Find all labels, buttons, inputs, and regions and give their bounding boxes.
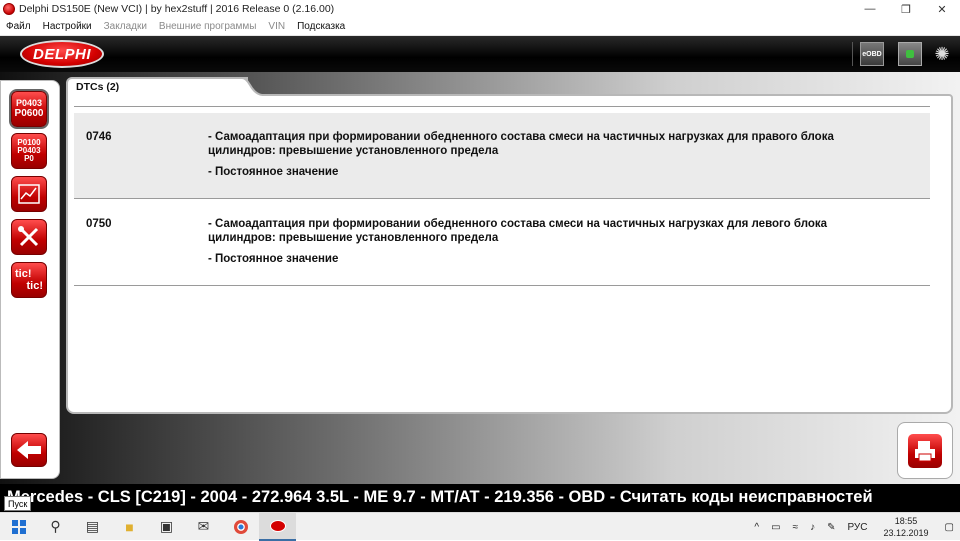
logo-text: DELPHI [32, 45, 91, 63]
menu-external-programs[interactable]: Внешние программы [153, 21, 262, 32]
notifications-icon[interactable]: ▢ [939, 522, 960, 533]
eobd-button[interactable]: eOBD [860, 42, 884, 66]
chevron-up-icon[interactable]: ^ [748, 522, 765, 533]
dtc-list: 0746 - Самоадаптация при формировании об… [74, 106, 930, 286]
clock-time: 18:55 [894, 516, 918, 526]
print-icon [908, 433, 942, 468]
windows-taskbar: ⚲ ▤ ■ ▣ ✉ ^ ▭ ≈ ♪ ✎ РУС 18:55 23.12.2019… [0, 512, 960, 541]
wrench-screwdriver-icon [18, 226, 39, 247]
minimize-button[interactable]: — [852, 0, 888, 18]
dtc-description: - Самоадаптация при формировании обеднен… [208, 218, 828, 244]
delphi-taskbar-icon[interactable] [259, 512, 296, 541]
back-button[interactable] [11, 433, 47, 467]
search-icon[interactable]: ⚲ [37, 513, 74, 541]
chrome-icon[interactable] [222, 513, 259, 541]
live-data-button[interactable] [11, 176, 47, 212]
service-tools-button[interactable] [11, 219, 47, 255]
pen-icon[interactable]: ✎ [821, 522, 841, 533]
read-codes-button[interactable]: P0403 P0600 [11, 91, 47, 127]
delphi-logo: DELPHI [20, 40, 104, 68]
app-header: DELPHI eOBD ✺ [0, 36, 960, 72]
menu-help[interactable]: Подсказка [291, 21, 351, 32]
window-title: Delphi DS150E (New VCI) | by hex2stuff |… [19, 3, 335, 15]
app-icon [3, 3, 15, 15]
tab-dtcs-label: DTCs (2) [76, 81, 120, 93]
dtc-row[interactable]: 0750 - Самоадаптация при формировании об… [74, 200, 930, 286]
window-controls: — ❐ ✕ [852, 0, 960, 18]
vci-connection-button[interactable] [898, 42, 922, 66]
read-codes-line2: P0600 [14, 108, 44, 119]
eobd-label: eOBD [862, 50, 882, 58]
list-top-divider [74, 106, 930, 107]
tic-line1: tic! [15, 268, 32, 280]
left-sidebar: P0403 P0600 P0100 P0403 P0 tic! tic! [0, 80, 60, 479]
clear-codes-button[interactable]: P0100 P0403 P0 [11, 133, 47, 169]
menu-bookmarks[interactable]: Закладки [98, 21, 153, 32]
dtc-description: - Самоадаптация при формировании обеднен… [208, 131, 834, 157]
clock[interactable]: 18:55 23.12.2019 [874, 515, 939, 539]
dtc-row[interactable]: 0746 - Самоадаптация при формировании об… [74, 113, 930, 199]
system-tray: ^ ▭ ≈ ♪ ✎ РУС 18:55 23.12.2019 ▢ [748, 513, 960, 541]
menu-vin[interactable]: VIN [262, 21, 291, 32]
battery-icon[interactable]: ▭ [765, 522, 786, 533]
dtc-status: - Постоянное значение [208, 253, 339, 265]
start-tooltip: Пуск [4, 496, 32, 511]
clear-codes-line3: P0 [24, 154, 34, 163]
close-button[interactable]: ✕ [924, 0, 960, 18]
vehicle-status-text: Mercedes - CLS [C219] - 2004 - 272.964 3… [7, 488, 873, 506]
print-report-button[interactable] [897, 422, 953, 479]
file-explorer-icon[interactable]: ■ [111, 513, 148, 541]
menu-bar: Файл Настройки Закладки Внешние программ… [0, 18, 960, 36]
tab-slant-edge [236, 77, 262, 96]
actuator-test-button[interactable]: tic! tic! [11, 262, 47, 298]
title-bar: Delphi DS150E (New VCI) | by hex2stuff |… [0, 0, 960, 18]
dtc-code: 0750 [86, 218, 112, 230]
dtc-status: - Постоянное значение [208, 166, 339, 178]
start-button[interactable] [0, 513, 37, 541]
language-indicator[interactable]: РУС [841, 522, 873, 533]
vehicle-status-bar: Mercedes - CLS [C219] - 2004 - 272.964 3… [0, 484, 960, 512]
windows-logo-icon [11, 519, 26, 534]
back-arrow-icon [17, 441, 41, 459]
dtc-code: 0746 [86, 131, 112, 143]
header-divider [852, 42, 853, 66]
read-codes-line1: P0403 [15, 98, 43, 108]
menu-file[interactable]: Файл [0, 21, 37, 32]
clock-date: 23.12.2019 [883, 528, 929, 538]
busy-spinner-icon: ✺ [934, 43, 950, 64]
connection-plug-icon [906, 50, 914, 58]
task-view-icon[interactable]: ▤ [74, 513, 111, 541]
tic-line2: tic! [26, 280, 44, 292]
menu-settings[interactable]: Настройки [37, 21, 98, 32]
maximize-button[interactable]: ❐ [888, 0, 924, 18]
store-icon[interactable]: ▣ [148, 513, 185, 541]
mail-icon[interactable]: ✉ [185, 513, 222, 541]
wifi-icon[interactable]: ≈ [787, 522, 805, 533]
volume-icon[interactable]: ♪ [804, 522, 821, 533]
thermometer-icon [18, 184, 40, 204]
